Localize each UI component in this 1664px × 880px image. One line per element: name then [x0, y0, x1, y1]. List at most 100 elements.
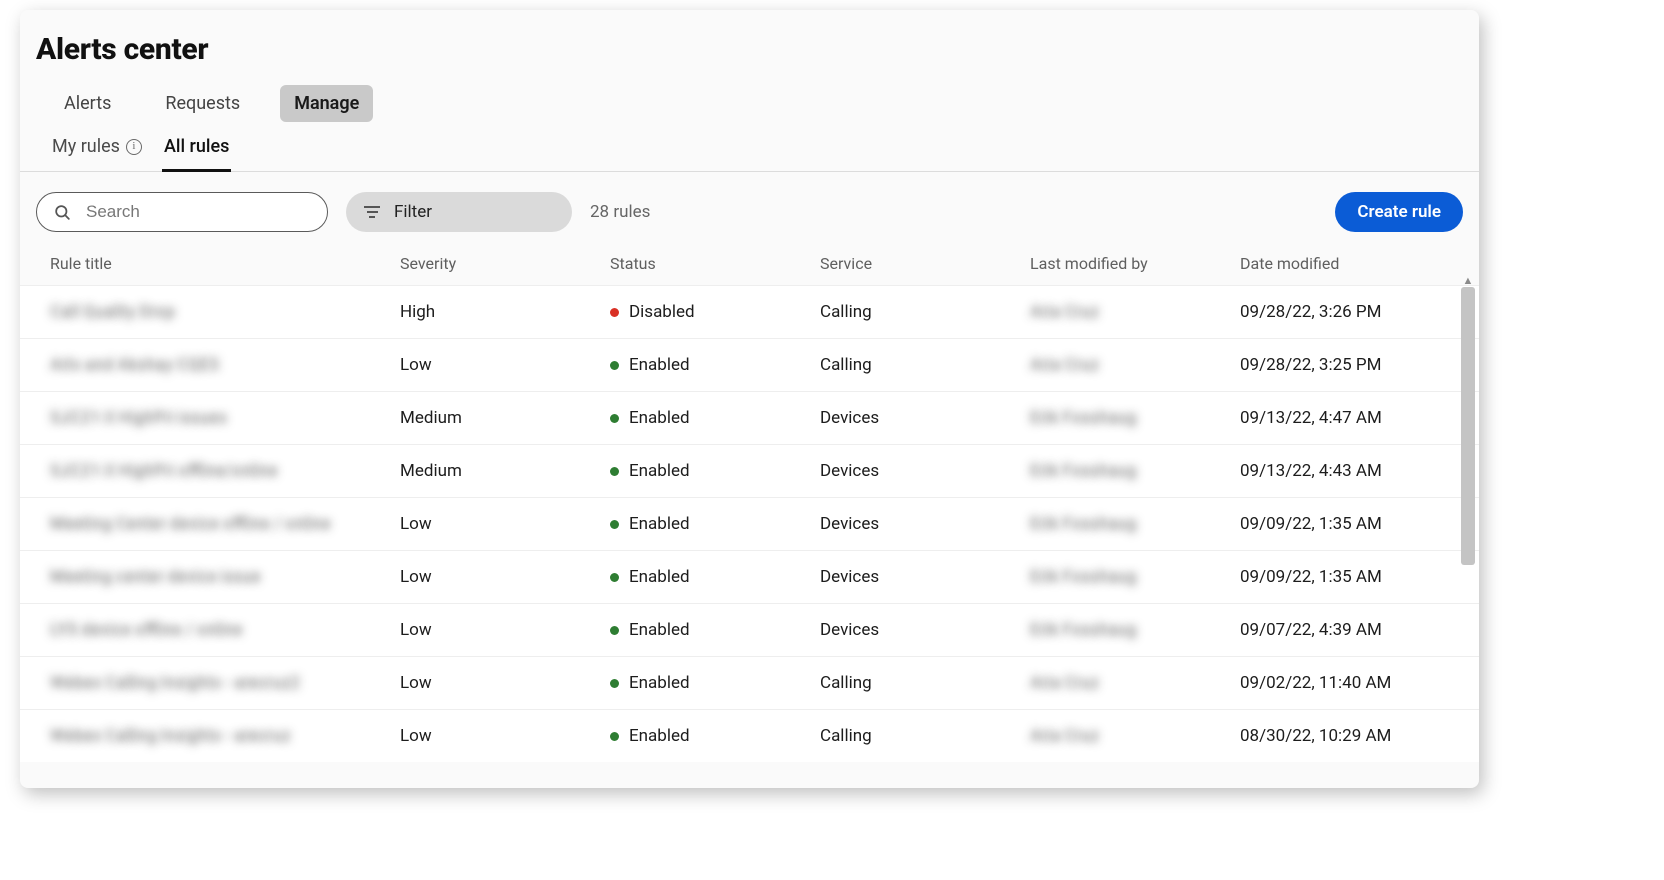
cell-severity: Low [400, 726, 610, 746]
cell-last-modified-by: Erik Fosshaug [1030, 567, 1240, 587]
subtab-label: My rules [52, 136, 120, 157]
cell-last-modified-by: Erik Fosshaug [1030, 514, 1240, 534]
table-row[interactable]: Arlo and Akshay CQESLowEnabledCallingAri… [20, 338, 1479, 391]
status-label: Enabled [629, 461, 690, 481]
search-input[interactable] [84, 201, 311, 223]
rule-count: 28 rules [590, 202, 650, 222]
cell-severity: Low [400, 355, 610, 375]
table-row[interactable]: Meeting Center device offline / onlineLo… [20, 497, 1479, 550]
cell-status: Disabled [610, 302, 820, 322]
scroll-up-icon: ▲ [1461, 275, 1475, 287]
col-date-modified[interactable]: Date modified [1240, 254, 1450, 273]
tab-requests[interactable]: Requests [151, 85, 254, 122]
tabs-secondary: My rules i All rules [20, 136, 1479, 172]
cell-service: Calling [820, 673, 1030, 693]
status-label: Enabled [629, 355, 690, 375]
toolbar: Filter 28 rules Create rule [20, 172, 1479, 244]
cell-last-modified-by: Erik Fosshaug [1030, 408, 1240, 428]
cell-last-modified-by: Aria Cruz [1030, 673, 1240, 693]
tab-alerts[interactable]: Alerts [50, 85, 125, 122]
status-label: Disabled [629, 302, 695, 322]
col-severity[interactable]: Severity [400, 254, 610, 273]
status-label: Enabled [629, 620, 690, 640]
table-row[interactable]: SJC21-3 HighPri offline/onlineMedium Enab… [20, 444, 1479, 497]
col-status[interactable]: Status [610, 254, 820, 273]
cell-rule-title: LYS device offline / online [50, 620, 400, 640]
cell-rule-title: Webex Calling Insights - arecruz2 [50, 673, 400, 693]
cell-date-modified: 09/13/22, 4:43 AM [1240, 461, 1450, 481]
cell-status: Enabled [610, 620, 820, 640]
table-body[interactable]: Call Quality DropHighDisabledCallingAria… [20, 285, 1479, 757]
status-dot-icon [610, 414, 619, 423]
cell-date-modified: 09/09/22, 1:35 AM [1240, 567, 1450, 587]
cell-service: Devices [820, 620, 1030, 640]
table-row[interactable]: Meeting center device issueLow Enabled Dev… [20, 550, 1479, 603]
table-row[interactable]: Webex Calling Insights - arecruzLowEnabl… [20, 709, 1479, 762]
cell-date-modified: 09/02/22, 11:40 AM [1240, 673, 1450, 693]
status-dot-icon [610, 467, 619, 476]
subtab-label: All rules [164, 136, 229, 157]
status-dot-icon [610, 732, 619, 741]
filter-label: Filter [394, 202, 432, 222]
status-label: Enabled [629, 567, 690, 587]
cell-date-modified: 09/09/22, 1:35 AM [1240, 514, 1450, 534]
cell-date-modified: 09/28/22, 3:26 PM [1240, 302, 1450, 322]
cell-status: Enabled [610, 567, 820, 587]
tab-manage[interactable]: Manage [280, 85, 373, 122]
cell-rule-title: Meeting Center device offline / online [50, 514, 400, 534]
cell-severity: Low [400, 673, 610, 693]
page-title: Alerts center [20, 10, 1479, 85]
col-last-modified-by[interactable]: Last modified by [1030, 254, 1240, 273]
cell-rule-title: Meeting center device issue [50, 567, 400, 587]
search-box[interactable] [36, 192, 328, 232]
table-row[interactable]: Call Quality DropHighDisabledCallingAria… [20, 285, 1479, 338]
search-icon [53, 203, 72, 222]
status-dot-icon [610, 361, 619, 370]
table-row[interactable]: LYS device offline / onlineLow Enabled Dev… [20, 603, 1479, 656]
cell-severity: Low [400, 567, 610, 587]
cell-last-modified-by: Aria Cruz [1030, 355, 1240, 375]
subtab-all-rules[interactable]: All rules [162, 136, 231, 172]
status-label: Enabled [629, 408, 690, 428]
cell-date-modified: 08/30/22, 10:29 AM [1240, 726, 1450, 746]
info-icon: i [126, 139, 142, 155]
cell-service: Devices [820, 408, 1030, 428]
filter-button[interactable]: Filter [346, 192, 572, 232]
cell-status: Enabled [610, 726, 820, 746]
cell-last-modified-by: Erik Fosshaug [1030, 620, 1240, 640]
scrollbar-thumb[interactable] [1461, 287, 1475, 565]
cell-rule-title: SJC21-3 HighPri issues [50, 408, 400, 428]
cell-last-modified-by: Aria Cruz [1030, 302, 1240, 322]
table-row[interactable]: SJC21-3 HighPri issuesMedium Enabled Devic… [20, 391, 1479, 444]
filter-icon [364, 206, 380, 218]
cell-severity: Low [400, 514, 610, 534]
cell-last-modified-by: Erik Fosshaug [1030, 461, 1240, 481]
cell-last-modified-by: Aria Cruz [1030, 726, 1240, 746]
status-label: Enabled [629, 514, 690, 534]
cell-service: Devices [820, 461, 1030, 481]
cell-rule-title: Webex Calling Insights - arecruz [50, 726, 400, 746]
cell-service: Devices [820, 567, 1030, 587]
subtab-my-rules[interactable]: My rules i [50, 136, 144, 172]
status-dot-icon [610, 626, 619, 635]
col-service[interactable]: Service [820, 254, 1030, 273]
cell-status: Enabled [610, 514, 820, 534]
status-dot-icon [610, 679, 619, 688]
table-row[interactable]: Webex Calling Insights - arecruz2Low Enab… [20, 656, 1479, 709]
cell-service: Calling [820, 355, 1030, 375]
cell-rule-title: Call Quality Drop [50, 302, 400, 322]
table-header: Rule title Severity Status Service Last … [20, 244, 1479, 285]
col-rule-title[interactable]: Rule title [50, 254, 400, 273]
cell-severity: Medium [400, 408, 610, 428]
cell-service: Calling [820, 302, 1030, 322]
cell-severity: Medium [400, 461, 610, 481]
cell-status: Enabled [610, 461, 820, 481]
create-rule-button[interactable]: Create rule [1335, 192, 1463, 232]
alerts-center-panel: Alerts center Alerts Requests Manage My … [20, 10, 1479, 788]
cell-rule-title: SJC21-3 HighPri offline/online [50, 461, 400, 481]
cell-date-modified: 09/13/22, 4:47 AM [1240, 408, 1450, 428]
status-label: Enabled [629, 673, 690, 693]
cell-severity: Low [400, 620, 610, 640]
tabs-primary: Alerts Requests Manage [20, 85, 1479, 136]
cell-date-modified: 09/07/22, 4:39 AM [1240, 620, 1450, 640]
